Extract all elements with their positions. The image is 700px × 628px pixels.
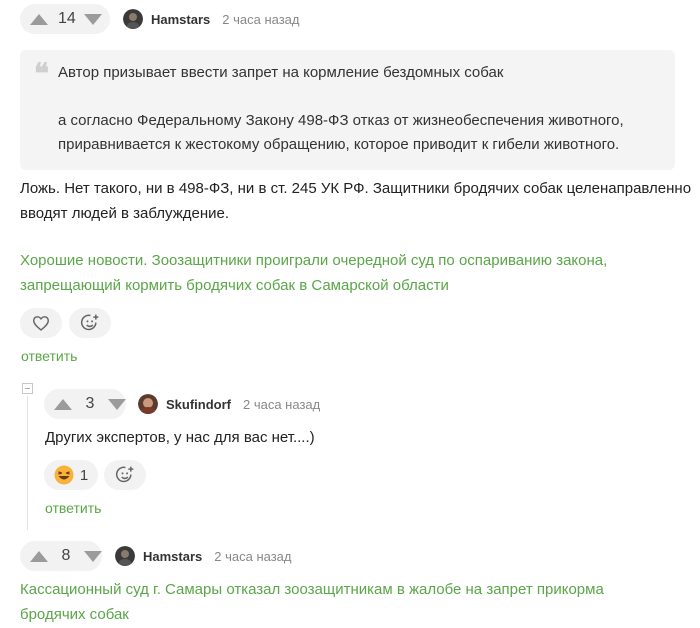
laughing-emoji-icon — [54, 465, 74, 485]
news-link[interactable]: Кассационный суд г. Самары отказал зооза… — [20, 577, 604, 602]
vote-control: 3 — [44, 389, 126, 419]
collapse-thread-button[interactable] — [22, 383, 33, 394]
news-link[interactable]: запрещающий кормить бродячих собак в Сам… — [20, 273, 449, 298]
author-name[interactable]: Skufindorf — [166, 397, 231, 412]
like-button[interactable] — [20, 308, 62, 338]
quote-icon: ❝ — [34, 57, 50, 90]
add-reaction-button[interactable] — [69, 308, 111, 338]
add-emoji-icon — [80, 314, 99, 331]
reply-link[interactable]: ответить — [45, 500, 101, 516]
vote-control: 14 — [20, 4, 110, 34]
comment-text: вводят людей в заблуждение. — [20, 205, 230, 222]
reaction-count: 1 — [79, 466, 89, 484]
add-reaction-button[interactable] — [104, 460, 146, 490]
thread-line[interactable] — [27, 396, 28, 530]
downvote-icon[interactable] — [84, 13, 102, 25]
avatar[interactable] — [115, 546, 135, 566]
vote-count: 14 — [58, 10, 76, 27]
news-link[interactable]: Хорошие новости. Зоозащитники проиграли … — [20, 248, 607, 273]
downvote-icon[interactable] — [108, 398, 126, 410]
vote-control: 8 — [20, 541, 102, 571]
add-emoji-icon — [115, 466, 134, 483]
upvote-icon[interactable] — [54, 398, 72, 410]
quote-block: ❝ Автор призывает ввести запрет на кормл… — [20, 50, 675, 170]
quote-text: а согласно Федеральному Закону 498-ФЗ от… — [58, 112, 624, 129]
quote-text: Автор призывает ввести запрет на кормлен… — [58, 64, 504, 81]
news-link[interactable]: бродячих собак — [20, 602, 129, 627]
reply-link[interactable]: ответить — [21, 348, 77, 364]
vote-count: 8 — [61, 547, 71, 564]
avatar[interactable] — [123, 9, 143, 29]
quote-text: приравнивается к жестокому обращению, ко… — [58, 136, 620, 153]
comment-author: Hamstars 2 часа назад — [115, 546, 292, 566]
author-name[interactable]: Hamstars — [143, 549, 202, 564]
vote-count: 3 — [85, 395, 95, 412]
heart-icon — [32, 316, 50, 331]
author-name[interactable]: Hamstars — [151, 12, 210, 27]
comment-author: Hamstars 2 часа назад — [123, 9, 300, 29]
comment-author: Skufindorf 2 часа назад — [138, 394, 320, 414]
timestamp[interactable]: 2 часа назад — [214, 549, 291, 564]
timestamp[interactable]: 2 часа назад — [243, 397, 320, 412]
timestamp[interactable]: 2 часа назад — [222, 12, 299, 27]
upvote-icon[interactable] — [30, 550, 48, 562]
minus-icon — [25, 388, 30, 389]
reaction-button[interactable]: 1 — [44, 460, 98, 490]
comment-text: Других экспертов, у нас для вас нет....) — [45, 429, 315, 446]
comment-text: Ложь. Нет такого, ни в 498-ФЗ, ни в ст. … — [20, 180, 692, 197]
avatar[interactable] — [138, 394, 158, 414]
upvote-icon[interactable] — [30, 13, 48, 25]
downvote-icon[interactable] — [84, 550, 102, 562]
